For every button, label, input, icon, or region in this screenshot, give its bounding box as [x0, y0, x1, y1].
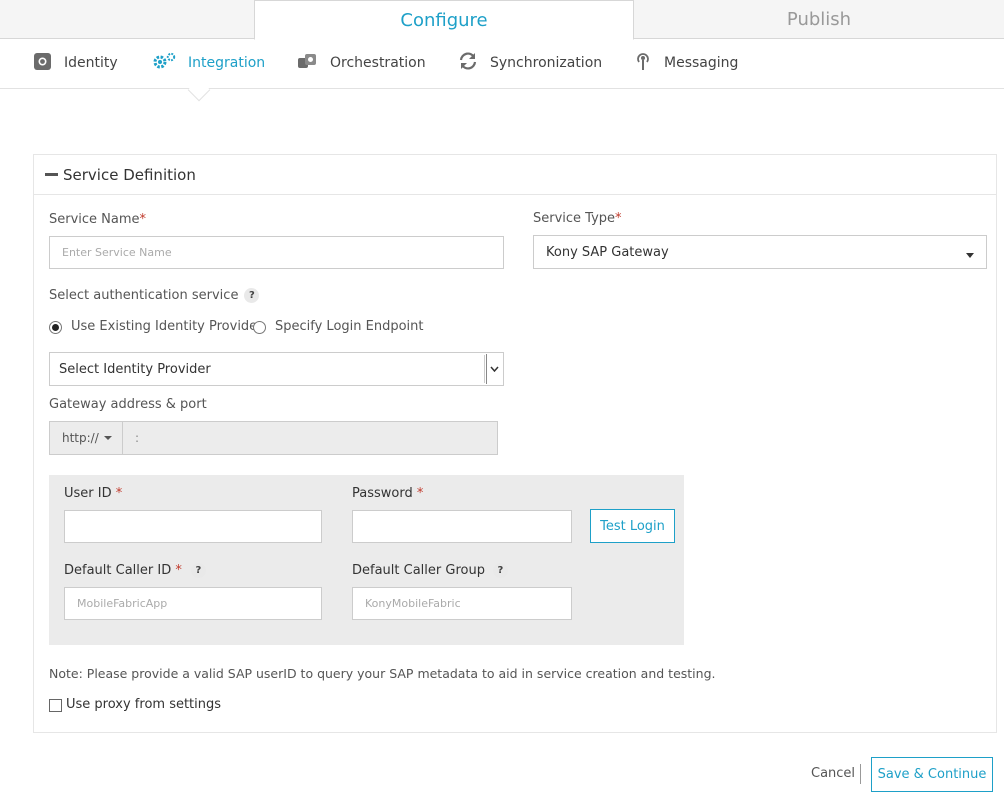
- help-icon[interactable]: ?: [190, 563, 206, 578]
- caller-id-input[interactable]: MobileFabricApp: [64, 587, 322, 620]
- service-name-placeholder: Enter Service Name: [62, 246, 172, 259]
- sap-note: Note: Please provide a valid SAP userID …: [49, 666, 716, 681]
- caret-down-icon: [103, 436, 112, 440]
- identity-provider-value: Select Identity Provider: [59, 361, 211, 377]
- nav-item-messaging[interactable]: Messaging: [634, 51, 738, 75]
- nav-item-orchestration[interactable]: Orchestration: [297, 51, 426, 75]
- service-name-input[interactable]: Enter Service Name: [49, 236, 504, 269]
- caller-id-label: Default Caller ID *?: [64, 563, 206, 578]
- caller-group-label: Default Caller Group?: [352, 563, 508, 578]
- gateway-address-field: http:// :: [49, 421, 498, 455]
- user-id-input[interactable]: [64, 510, 322, 543]
- proxy-checkbox[interactable]: [49, 699, 62, 712]
- nav-label-messaging: Messaging: [664, 55, 739, 71]
- password-label: Password *: [352, 486, 424, 501]
- service-type-label: Service Type*: [533, 211, 622, 226]
- sync-icon: [458, 52, 478, 74]
- help-icon[interactable]: ?: [244, 288, 260, 303]
- gateway-label: Gateway address & port: [49, 397, 207, 412]
- identity-icon: [33, 52, 52, 75]
- radio-existing-label: Use Existing Identity Provider: [71, 319, 263, 334]
- dropdown-button[interactable]: [486, 354, 502, 384]
- identity-provider-select[interactable]: Select Identity Provider: [49, 352, 504, 386]
- protocol-value: http://: [62, 431, 99, 445]
- radio-existing-provider[interactable]: [49, 321, 62, 334]
- tab-publish[interactable]: Publish: [634, 0, 1004, 39]
- nav-item-synchronization[interactable]: Synchronization: [458, 51, 602, 75]
- cancel-link[interactable]: Cancel: [811, 766, 855, 781]
- caller-group-placeholder: KonyMobileFabric: [365, 597, 461, 610]
- tab-configure[interactable]: Configure: [254, 0, 634, 40]
- chevron-down-icon: [966, 253, 974, 258]
- nav-label-orchestration: Orchestration: [330, 55, 426, 71]
- save-continue-button[interactable]: Save & Continue: [871, 757, 993, 792]
- password-input[interactable]: [352, 510, 572, 543]
- auth-service-label: Select authentication service?: [49, 288, 260, 303]
- chevron-down-icon: [490, 366, 499, 372]
- nav-item-integration[interactable]: Integration: [152, 51, 265, 75]
- nav-item-identity[interactable]: Identity: [33, 51, 118, 75]
- orchestration-icon: [297, 52, 318, 74]
- radio-login-endpoint[interactable]: [253, 321, 266, 334]
- gateway-host-input[interactable]: :: [123, 422, 497, 454]
- user-id-label: User ID *: [64, 486, 123, 501]
- card-edge: [996, 154, 1004, 733]
- nav-label-integration: Integration: [188, 55, 266, 71]
- caller-id-placeholder: MobileFabricApp: [77, 597, 168, 610]
- protocol-select[interactable]: http://: [50, 422, 123, 454]
- service-type-value: Kony SAP Gateway: [546, 244, 669, 260]
- footer-divider: [860, 764, 861, 784]
- nav-label-synchronization: Synchronization: [490, 55, 603, 71]
- proxy-label: Use proxy from settings: [66, 697, 222, 712]
- service-name-label: Service Name*: [49, 212, 147, 227]
- test-login-button[interactable]: Test Login: [590, 509, 675, 543]
- nav-label-identity: Identity: [64, 55, 118, 71]
- caller-group-input[interactable]: KonyMobileFabric: [352, 587, 572, 620]
- radio-login-label: Specify Login Endpoint: [275, 319, 424, 334]
- card-header[interactable]: Service Definition: [34, 155, 997, 195]
- service-type-select[interactable]: Kony SAP Gateway: [533, 235, 987, 269]
- gears-icon: [152, 52, 176, 74]
- sub-navigation: Identity Integration Orchestration Synch…: [0, 39, 1004, 89]
- collapse-icon[interactable]: [45, 173, 58, 176]
- card-title: Service Definition: [63, 165, 196, 184]
- top-tab-bar: Configure Publish: [0, 0, 1004, 40]
- help-icon[interactable]: ?: [492, 563, 508, 578]
- broadcast-icon: [634, 51, 652, 75]
